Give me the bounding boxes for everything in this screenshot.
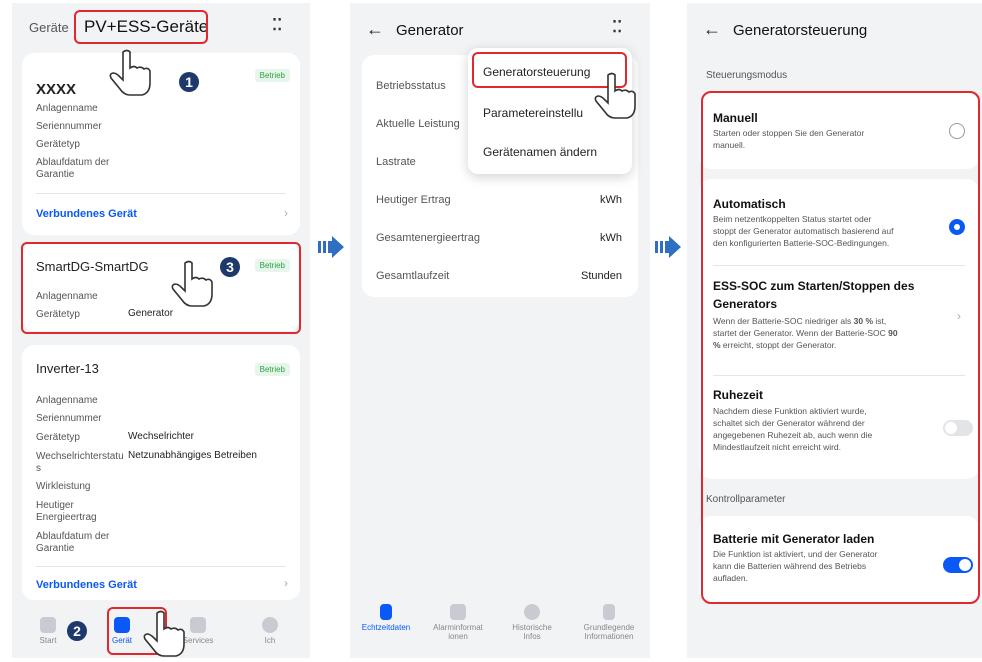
- page-title: Generator: [396, 22, 464, 39]
- document-icon: [380, 604, 392, 620]
- nav-label: Ich: [264, 636, 276, 645]
- nav-label: Informationen: [584, 632, 634, 641]
- label-energieertrag: Energieertrag: [36, 512, 97, 523]
- hand-pointer-icon: [171, 260, 213, 307]
- label-heutiger: Heutiger: [36, 500, 74, 511]
- hand-pointer-icon: [109, 49, 151, 96]
- generator-control-screen: ← Generatorsteuerung Steuerungsmodus Man…: [687, 3, 982, 658]
- chevron-right-icon[interactable]: ›: [284, 576, 288, 590]
- highlight-control-settings: [701, 91, 980, 604]
- person-icon: [262, 617, 278, 633]
- label-wechselrichterstatus: Wechselrichterstatu: [36, 451, 124, 462]
- label-seriennummer: Seriennummer: [36, 121, 102, 132]
- value-wechselrichterstatus: Netzunabhängiges Betreiben: [128, 450, 257, 461]
- more-icon[interactable]: ⁚⁚: [612, 17, 622, 37]
- row-value: kWh: [600, 232, 622, 244]
- row-label: Gesamtlaufzeit: [376, 270, 450, 282]
- step-1-badge: 1: [179, 72, 199, 92]
- home-icon: [40, 617, 56, 633]
- info-icon: [603, 604, 615, 620]
- device-list-screen: Geräte PV+ESS-Geräte ⁚⁚ XXXX Betrieb Anl…: [12, 3, 310, 658]
- nav-historische-infos[interactable]: Historische Infos: [502, 604, 562, 641]
- bottom-nav: Echtzeitdaten Alarminformat ionen Histori…: [350, 598, 650, 658]
- label-garantie: Garantie: [36, 543, 75, 554]
- device-card-xxxx[interactable]: XXXX Betrieb Anlagenname Seriennummer Ge…: [22, 53, 300, 235]
- label-wirkleistung: Wirkleistung: [36, 481, 91, 492]
- back-arrow-icon[interactable]: ←: [366, 19, 384, 40]
- label-ablaufdatum: Ablaufdatum der: [36, 531, 110, 542]
- section-steuerungsmodus: Steuerungsmodus: [706, 70, 788, 81]
- device-card-inverter[interactable]: Inverter-13 Betrieb Anlagenname Seriennu…: [22, 345, 300, 600]
- menu-item-geraetenamen-aendern[interactable]: Gerätenamen ändern: [483, 145, 597, 159]
- bell-icon: [450, 604, 466, 620]
- menu-item-parametereinstellungen[interactable]: Parametereinstellu: [483, 106, 583, 120]
- row-label: Betriebsstatus: [376, 80, 446, 92]
- nav-label: ionen: [448, 632, 468, 641]
- page-title: Generatorsteuerung: [733, 22, 868, 39]
- label-garantie: Garantie: [36, 169, 75, 180]
- row-label: Heutiger Ertrag: [376, 194, 451, 206]
- label-seriennummer: Seriennummer: [36, 413, 102, 424]
- connected-device-link[interactable]: Verbundenes Gerät: [36, 579, 137, 591]
- chevron-right-icon[interactable]: ›: [284, 206, 288, 220]
- nav-label: Grundlegende: [583, 623, 635, 632]
- step-arrow-icon: [318, 236, 344, 258]
- nav-alarminformationen[interactable]: Alarminformat ionen: [428, 604, 488, 641]
- device-title: Inverter-13: [36, 361, 99, 376]
- step-3-badge: 3: [220, 257, 240, 277]
- label-ablaufdatum: Ablaufdatum der: [36, 157, 110, 168]
- row-value: Stunden: [581, 270, 622, 282]
- row-value: kWh: [600, 194, 622, 206]
- nav-grundlegende-informationen[interactable]: Grundlegende Informationen: [574, 604, 644, 641]
- label-anlagenname: Anlagenname: [36, 103, 98, 114]
- nav-ich[interactable]: Ich: [252, 617, 288, 645]
- tab-geraete[interactable]: Geräte: [29, 20, 69, 35]
- hand-pointer-icon: [143, 610, 185, 657]
- nav-label: Echtzeitdaten: [361, 623, 411, 632]
- label-geraetetyp: Gerätetyp: [36, 432, 80, 443]
- nav-label: Alarminformat: [433, 623, 483, 632]
- divider: [36, 566, 286, 567]
- highlight-smartdg-card: [21, 242, 301, 334]
- step-arrow-icon: [655, 236, 681, 258]
- connected-device-link[interactable]: Verbundenes Gerät: [36, 208, 137, 220]
- nav-label: Infos: [523, 632, 541, 641]
- step-2-badge: 2: [67, 621, 87, 641]
- status-badge: Betrieb: [254, 363, 290, 376]
- nav-start[interactable]: Start: [30, 617, 66, 645]
- row-label: Lastrate: [376, 156, 416, 168]
- grid-icon: [190, 617, 206, 633]
- hand-pointer-icon: [594, 72, 636, 119]
- status-badge: Betrieb: [254, 69, 290, 82]
- device-title: XXXX: [36, 81, 77, 98]
- divider: [36, 193, 286, 194]
- label-anlagenname: Anlagenname: [36, 395, 98, 406]
- clock-icon: [524, 604, 540, 620]
- label-geraetetyp: Gerätetyp: [36, 139, 80, 150]
- nav-label: Start: [39, 636, 57, 645]
- value-geraetetyp: Wechselrichter: [128, 431, 194, 442]
- more-icon[interactable]: ⁚⁚: [272, 15, 282, 35]
- back-arrow-icon[interactable]: ←: [703, 19, 721, 40]
- row-label: Aktuelle Leistung: [376, 118, 460, 130]
- nav-label: Historische: [512, 623, 552, 632]
- row-label: Gesamtenergieertrag: [376, 232, 480, 244]
- label-wechselrichterstatus-wrap: s: [36, 463, 41, 474]
- generator-screen: ← Generator ⁚⁚ Betriebsstatus Aktuelle L…: [350, 3, 650, 658]
- nav-echtzeitdaten[interactable]: Echtzeitdaten: [356, 604, 416, 632]
- highlight-tab: [74, 10, 208, 44]
